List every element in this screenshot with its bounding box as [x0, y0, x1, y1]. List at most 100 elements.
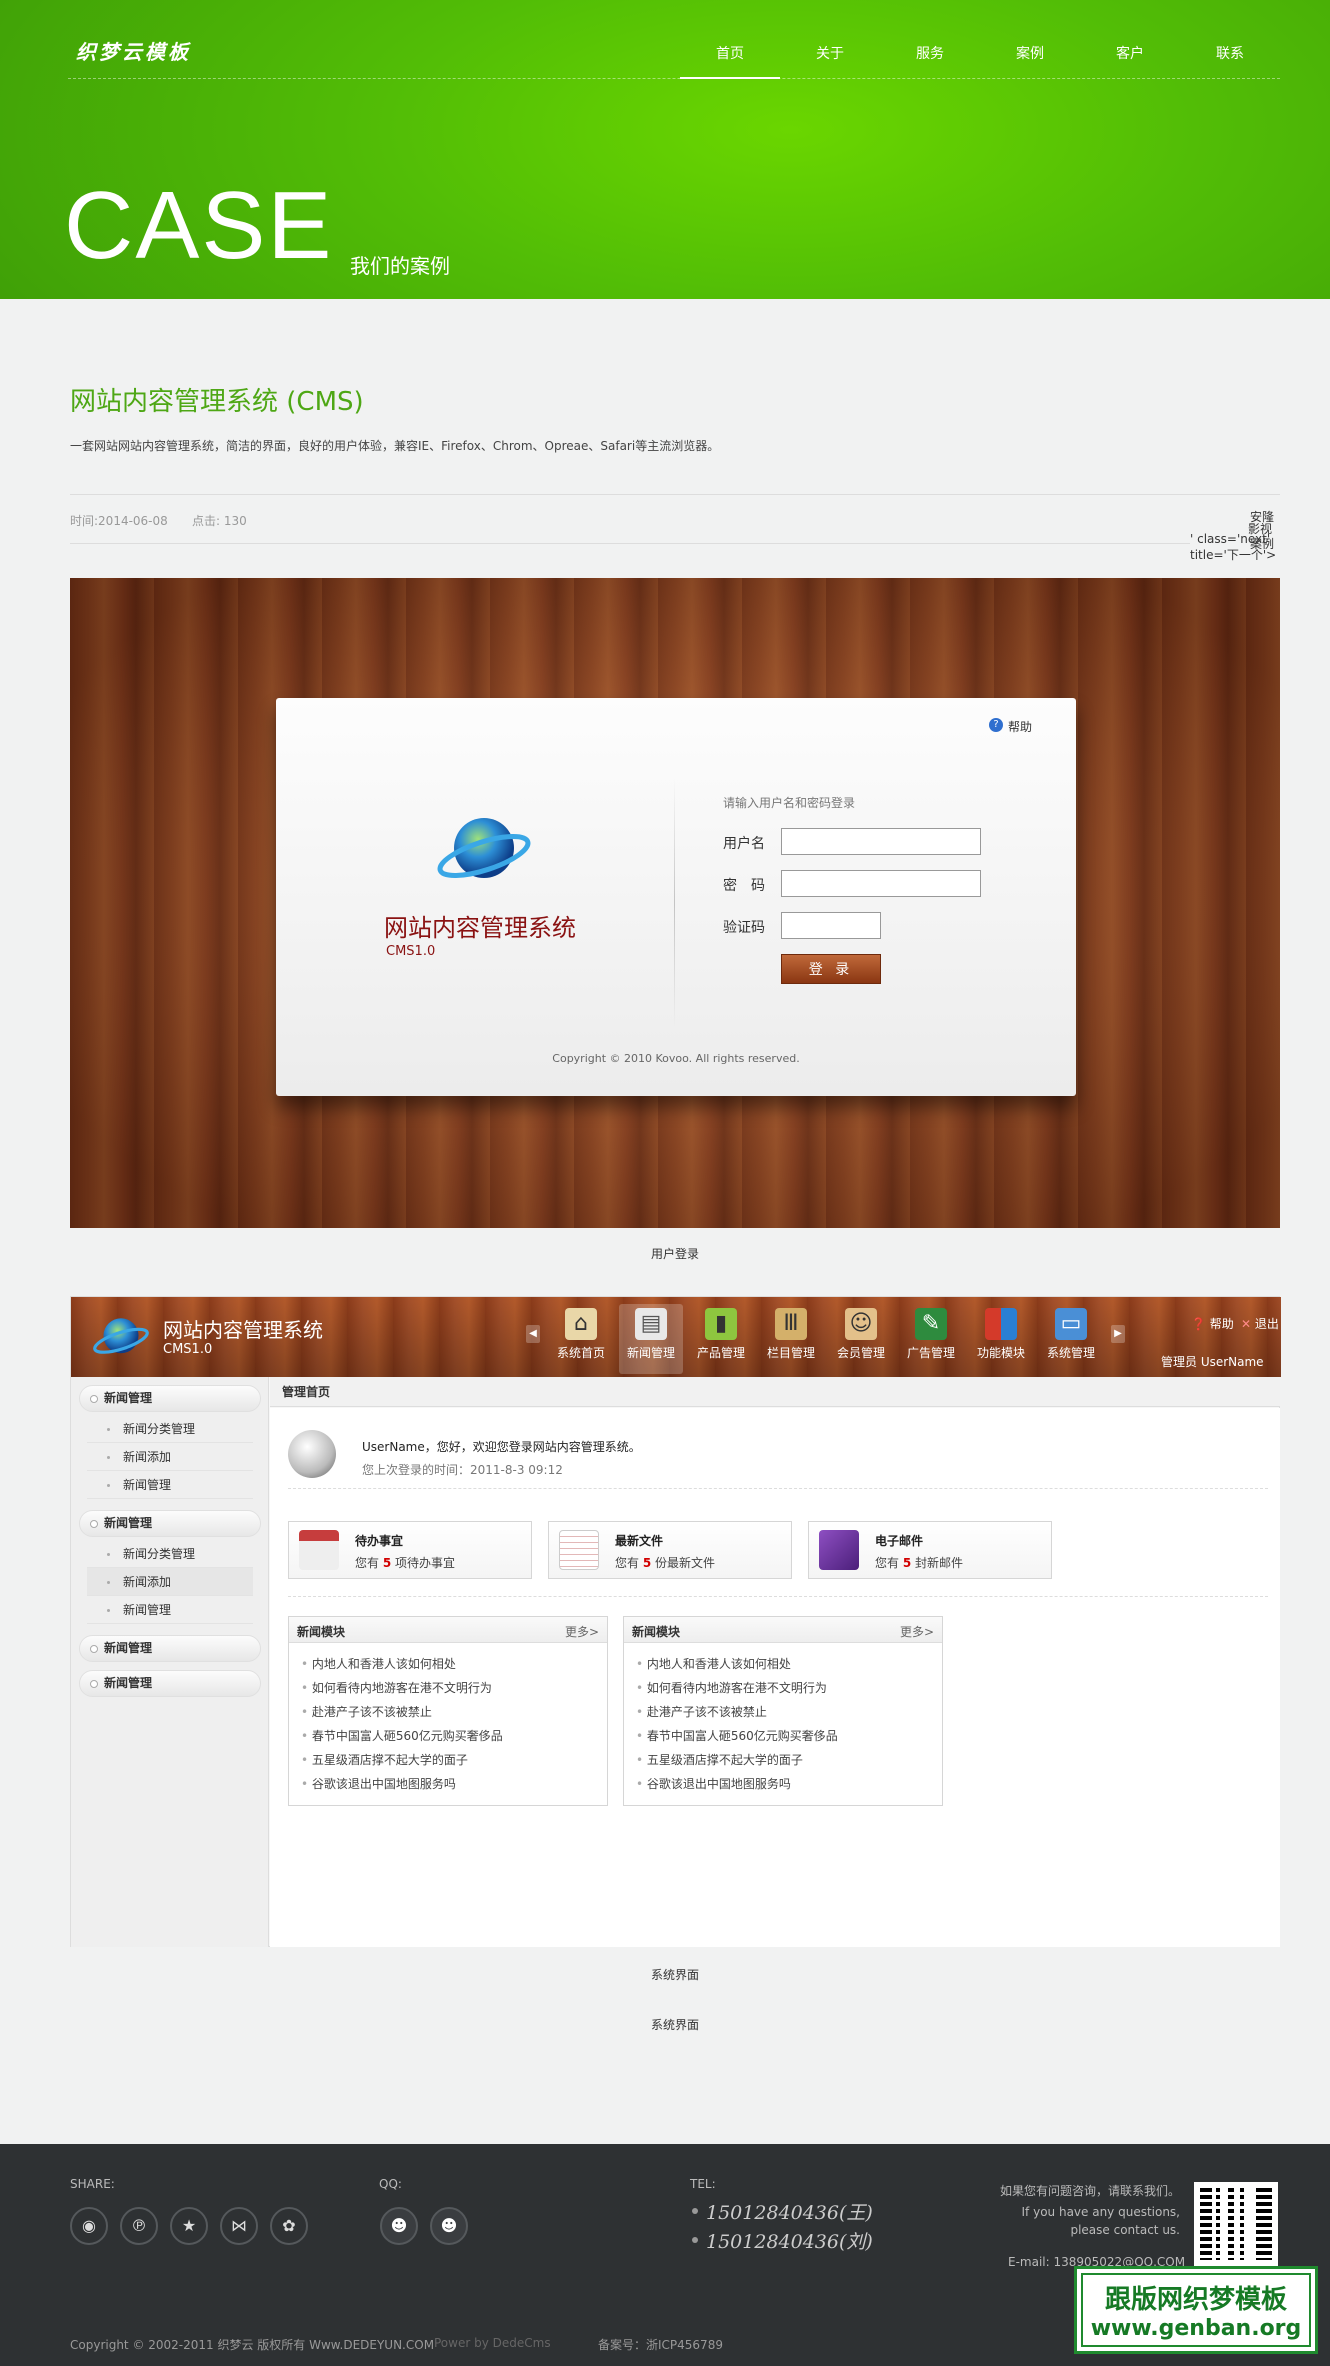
sidebar-group-news-2[interactable]: 新闻管理: [79, 1510, 261, 1537]
tool-columns[interactable]: Ⅲ 栏目管理: [759, 1304, 823, 1374]
article-time: 时间:2014-06-08: [70, 514, 168, 528]
tencent-weibo-icon[interactable]: ℗: [120, 2207, 158, 2245]
sidebar-group-news-1[interactable]: 新闻管理: [79, 1385, 261, 1412]
admin-user: 管理员 UserName: [1161, 1355, 1264, 1369]
news-item[interactable]: 内地人和香港人该如何相处: [301, 1655, 456, 1672]
contact-text: 如果您有问题咨询，请联系我们。: [999, 2184, 1180, 2198]
card-desc-post: 项待办事宜: [391, 1556, 456, 1570]
card-count: 5: [902, 1556, 912, 1570]
toolbar-prev-icon[interactable]: ◀: [526, 1325, 540, 1343]
tool-label: 栏目管理: [766, 1346, 815, 1360]
panel-divider: [674, 778, 675, 1028]
admin-logout-link[interactable]: ✕ 退出: [1241, 1315, 1279, 1332]
nav-services[interactable]: 服务: [880, 36, 980, 79]
tool-label: 新闻管理: [626, 1346, 675, 1360]
site-logo[interactable]: 织梦云模板: [76, 36, 191, 65]
nav-home[interactable]: 首页: [680, 36, 780, 79]
tool-label: 广告管理: [906, 1346, 955, 1360]
avatar: [288, 1430, 336, 1478]
login-copyright: Copyright © 2010 Kovoo. All rights reser…: [552, 1052, 800, 1065]
qq-icon[interactable]: ☻: [430, 2207, 468, 2245]
news-item[interactable]: 春节中国富人砸560亿元购买奢侈品: [636, 1727, 838, 1744]
screenshot-caption: 系统界面: [650, 2018, 699, 2032]
news-item[interactable]: 赴港产子该不该被禁止: [636, 1703, 767, 1720]
news-panel: 新闻模块 更多> 内地人和香港人该如何相处 如何看待内地游客在港不文明行为 赴港…: [623, 1616, 943, 1806]
header-banner: 织梦云模板 首页 关于 服务 案例 客户 联系 CASE 我们的案例: [0, 0, 1330, 299]
captcha-input[interactable]: [781, 912, 881, 939]
power-by[interactable]: Power by DedeCms: [434, 2336, 551, 2350]
card-desc-pre: 您有: [875, 1556, 903, 1570]
weibo-icon[interactable]: ◉: [70, 2207, 108, 2245]
sidebar-item-news-add[interactable]: 新闻添加: [87, 1443, 253, 1471]
sidebar-item-news-manage[interactable]: 新闻管理: [87, 1471, 253, 1499]
tool-products[interactable]: ▮ 产品管理: [689, 1304, 753, 1374]
qq-icon[interactable]: ☻: [380, 2207, 418, 2245]
nav-clients[interactable]: 客户: [1080, 36, 1180, 79]
watermark-badge[interactable]: 跟版网织梦模板 www.genban.org: [1074, 2266, 1318, 2354]
sidebar-item-news-manage[interactable]: 新闻管理: [87, 1596, 253, 1624]
sidebar-group-news-3[interactable]: 新闻管理: [79, 1635, 261, 1662]
help-link[interactable]: 帮助: [1008, 718, 1032, 735]
help-icon[interactable]: ?: [989, 718, 1003, 732]
password-input[interactable]: [781, 870, 981, 897]
main-nav: 首页 关于 服务 案例 客户 联系: [680, 36, 1280, 79]
username-label: 用户名: [723, 836, 765, 852]
tool-modules[interactable]: 功能模块: [969, 1304, 1033, 1374]
admin-help-link[interactable]: ❓ 帮助: [1191, 1315, 1234, 1332]
todo-card[interactable]: 待办事宜 您有 5 项待办事宜: [288, 1521, 532, 1579]
last-login: 您上次登录的时间：2011-8-3 09:12: [362, 1463, 563, 1477]
files-card[interactable]: 最新文件 您有 5 份最新文件: [548, 1521, 792, 1579]
sidebar-item-news-add[interactable]: 新闻添加: [87, 1568, 253, 1596]
username-input[interactable]: [781, 828, 981, 855]
toolbar-next-icon[interactable]: ▶: [1111, 1325, 1125, 1343]
news-item[interactable]: 如何看待内地游客在港不文明行为: [301, 1679, 492, 1696]
email-card[interactable]: 电子邮件 您有 5 封新邮件: [808, 1521, 1052, 1579]
news-item[interactable]: 春节中国富人砸560亿元购买奢侈品: [301, 1727, 503, 1744]
sidebar-item-news-category[interactable]: 新闻分类管理: [87, 1415, 253, 1443]
close-icon: ✕: [1241, 1317, 1252, 1331]
users-icon: ☺: [845, 1308, 877, 1340]
sidebar-item-news-category[interactable]: 新闻分类管理: [87, 1540, 253, 1568]
news-item[interactable]: 五星级酒店撑不起大学的面子: [636, 1751, 803, 1768]
nav-about[interactable]: 关于: [780, 36, 880, 79]
news-item[interactable]: 谷歌该退出中国地图服务吗: [636, 1775, 791, 1792]
logout-label: 退出: [1254, 1317, 1279, 1331]
news-more-link[interactable]: 更多>: [900, 1623, 934, 1640]
news-item[interactable]: 内地人和香港人该如何相处: [636, 1655, 791, 1672]
tool-label: 系统首页: [556, 1346, 605, 1360]
news-item[interactable]: 五星级酒店撑不起大学的面子: [301, 1751, 468, 1768]
help-icon: ❓: [1191, 1317, 1206, 1331]
card-count: 5: [642, 1556, 652, 1570]
star-icon[interactable]: ★: [170, 2207, 208, 2245]
news-panel-title: 新闻模块: [632, 1625, 681, 1639]
baidu-icon[interactable]: ✿: [270, 2207, 308, 2245]
card-desc-pre: 您有: [615, 1556, 643, 1570]
renren-icon[interactable]: ⋈: [220, 2207, 258, 2245]
card-title: 最新文件: [615, 1534, 664, 1548]
tool-news[interactable]: ▤ 新闻管理: [619, 1304, 683, 1374]
globe-icon: [93, 1318, 149, 1354]
sidebar-group-news-4[interactable]: 新闻管理: [79, 1670, 261, 1697]
news-item[interactable]: 赴港产子该不该被禁止: [301, 1703, 432, 1720]
tool-system[interactable]: ▭ 系统管理: [1039, 1304, 1103, 1374]
breadcrumb: 管理首页: [270, 1377, 1280, 1407]
tool-ads[interactable]: ✎ 广告管理: [899, 1304, 963, 1374]
nav-cases[interactable]: 案例: [980, 36, 1080, 79]
nav-contact[interactable]: 联系: [1180, 36, 1280, 79]
login-button[interactable]: 登 录: [781, 954, 881, 984]
article-description: 一套网站网站内容管理系统，简洁的界面，良好的用户体验，兼容IE、Firefox、…: [70, 439, 720, 453]
calendar-icon: [299, 1530, 339, 1570]
help-label: 帮助: [1209, 1317, 1234, 1331]
next-link-fragment[interactable]: title='下一个'>: [1190, 546, 1276, 563]
card-desc: 您有 5 项待办事宜: [355, 1554, 455, 1571]
article-title: 网站内容管理系统 (CMS): [70, 387, 364, 417]
tool-members[interactable]: ☺ 会员管理: [829, 1304, 893, 1374]
qr-code: [1194, 2182, 1278, 2266]
icp-number[interactable]: 备案号：浙ICP456789: [598, 2336, 723, 2353]
nav-divider: [68, 78, 1280, 79]
admin-screenshot: 网站内容管理系统 CMS1.0 ◀ ⌂ 系统首页 ▤ 新闻管理 ▮ 产品管理 Ⅲ 栏目管…: [70, 1296, 1281, 1947]
news-more-link[interactable]: 更多>: [565, 1623, 599, 1640]
news-item[interactable]: 谷歌该退出中国地图服务吗: [301, 1775, 456, 1792]
news-item[interactable]: 如何看待内地游客在港不文明行为: [636, 1679, 827, 1696]
tool-system-home[interactable]: ⌂ 系统首页: [549, 1304, 613, 1374]
